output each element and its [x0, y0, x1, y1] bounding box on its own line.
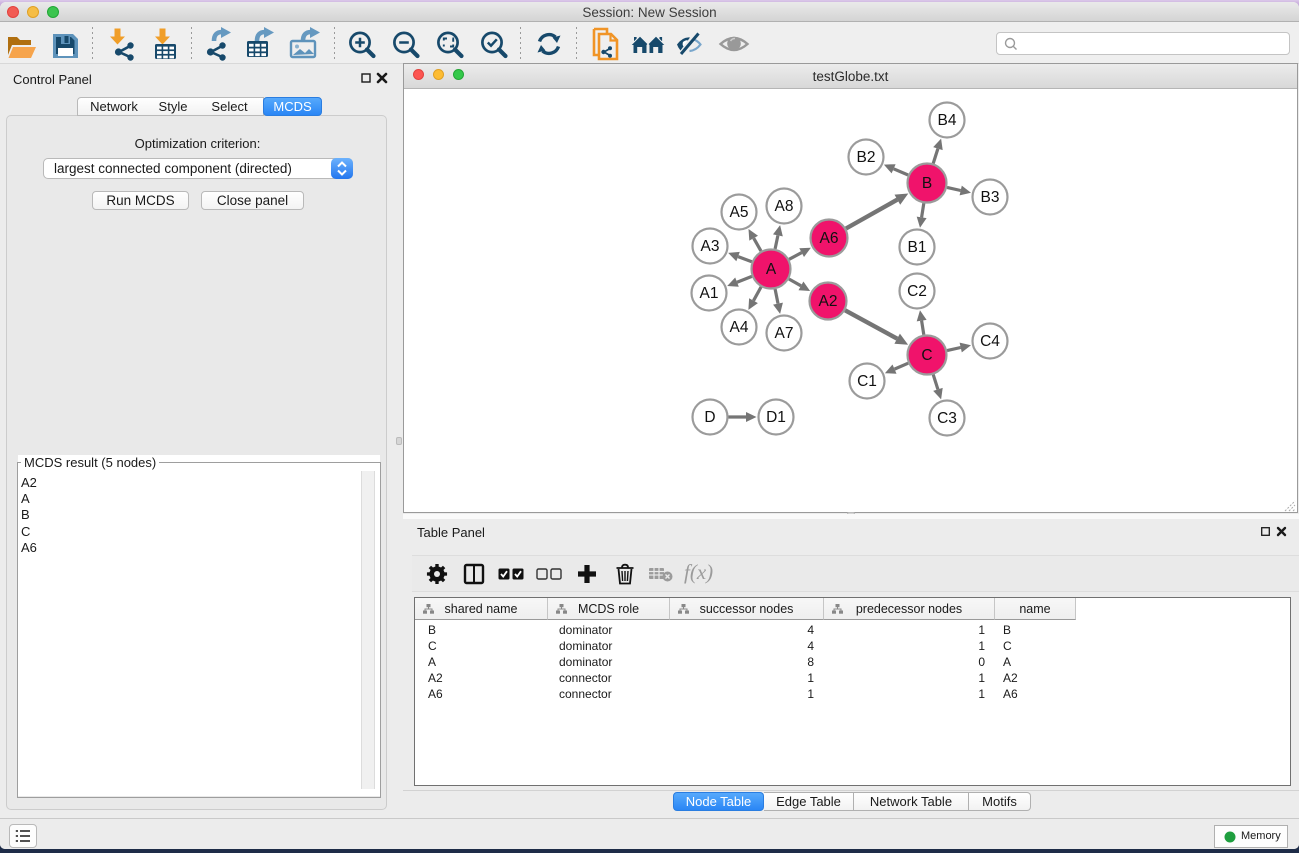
svg-text:B2: B2 — [857, 149, 876, 166]
svg-text:C3: C3 — [937, 410, 957, 427]
svg-text:B4: B4 — [938, 112, 957, 129]
svg-text:D: D — [704, 409, 715, 426]
svg-text:C4: C4 — [980, 333, 1000, 350]
svg-text:B3: B3 — [981, 189, 1000, 206]
svg-text:A6: A6 — [820, 230, 839, 247]
svg-text:D1: D1 — [766, 409, 786, 426]
svg-text:A4: A4 — [730, 319, 749, 336]
svg-text:A1: A1 — [700, 285, 719, 302]
svg-text:A: A — [766, 261, 777, 278]
svg-text:B1: B1 — [908, 239, 927, 256]
svg-text:C: C — [921, 347, 932, 364]
svg-text:A8: A8 — [775, 198, 794, 215]
svg-text:A2: A2 — [819, 293, 838, 310]
svg-text:A3: A3 — [701, 238, 720, 255]
svg-text:C2: C2 — [907, 283, 927, 300]
svg-text:B: B — [922, 175, 932, 192]
svg-text:A7: A7 — [775, 325, 794, 342]
svg-text:C1: C1 — [857, 373, 877, 390]
svg-text:A5: A5 — [730, 204, 749, 221]
